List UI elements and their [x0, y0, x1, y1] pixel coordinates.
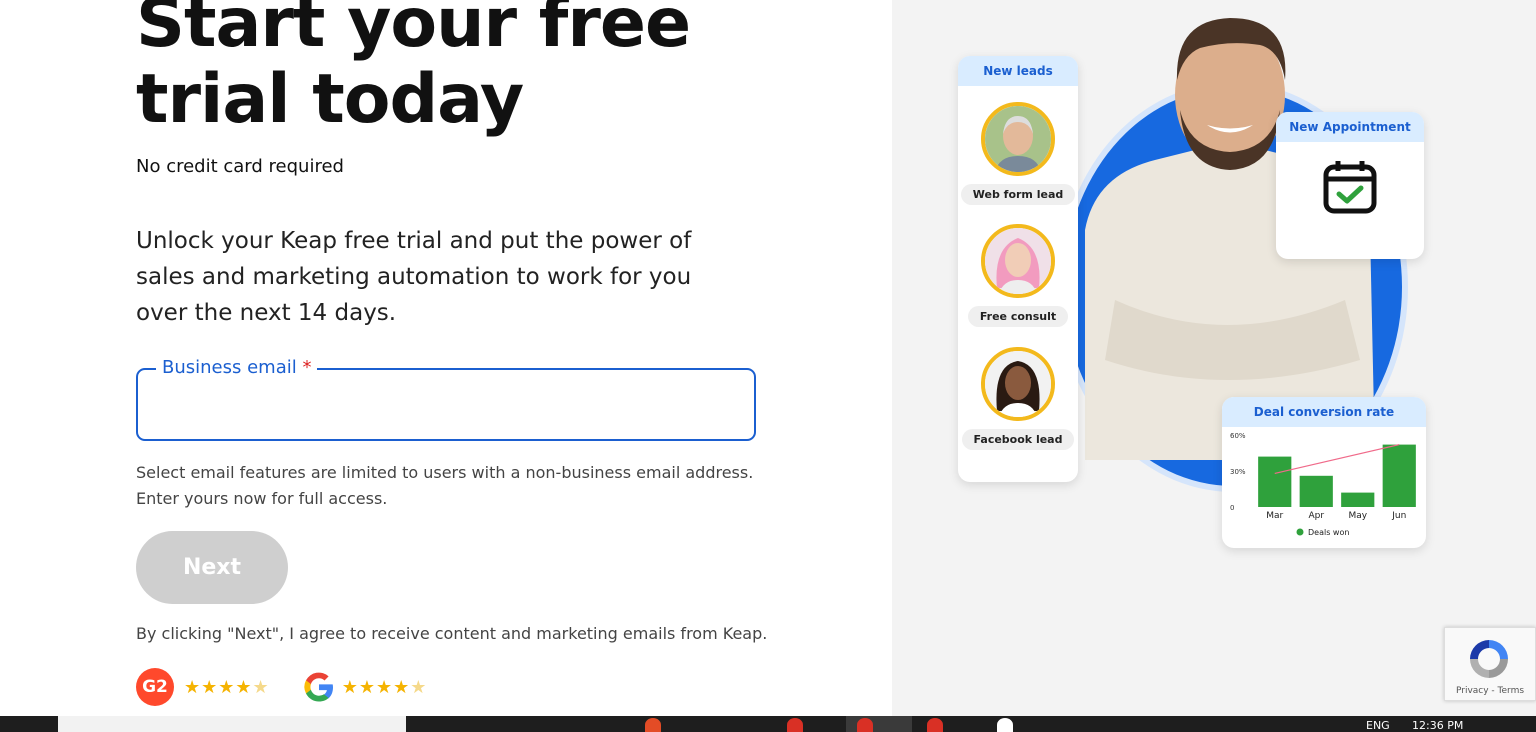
new-leads-card: New leads Web form lead Free consult Fac… — [958, 56, 1078, 482]
signup-panel: Start your free trial today No credit ca… — [0, 0, 892, 716]
y-tick-label: 60% — [1230, 432, 1246, 440]
x-tick-label: May — [1348, 511, 1367, 521]
deal-chart: 0 30% 60% Mar Apr May Jun Deals won — [1230, 432, 1416, 537]
page-title: Start your free trial today — [136, 0, 691, 139]
avatar — [981, 224, 1055, 298]
avatar — [981, 102, 1055, 176]
app-icon[interactable] — [997, 718, 1013, 732]
app-icon[interactable] — [857, 718, 873, 732]
y-tick-label: 0 — [1230, 504, 1234, 512]
required-mark: * — [302, 357, 312, 378]
email-label-text: Business email — [162, 357, 297, 378]
new-leads-title: New leads — [958, 56, 1078, 86]
avatar — [981, 347, 1055, 421]
app-icon[interactable] — [927, 718, 943, 732]
lead-item: Facebook lead — [958, 347, 1078, 450]
next-button[interactable]: Next — [136, 531, 288, 604]
lead-item: Web form lead — [958, 102, 1078, 205]
taskbar: ENG 12:36 PM — [0, 716, 1536, 732]
page: Start your free trial today No credit ca… — [0, 0, 1536, 732]
intro-text: Unlock your Keap free trial and put the … — [136, 228, 692, 326]
g2-logo-text: G2 — [142, 677, 168, 697]
email-help-text: Select email features are limited to use… — [136, 463, 754, 508]
y-tick-label: 30% — [1230, 468, 1246, 476]
legend-label: Deals won — [1308, 528, 1349, 537]
trend-line — [1274, 444, 1400, 474]
clock[interactable]: 12:36 PM — [1412, 719, 1463, 732]
lead-item: Free consult — [958, 224, 1078, 327]
recaptcha-badge[interactable]: Privacy - Terms — [1444, 627, 1536, 701]
bar — [1258, 456, 1292, 507]
x-tick-label: Apr — [1308, 511, 1324, 521]
bar — [1382, 444, 1416, 507]
recaptcha-terms[interactable]: Privacy - Terms — [1445, 686, 1535, 696]
x-tick-label: Jun — [1391, 511, 1406, 521]
g2-logo: G2 — [136, 668, 174, 706]
email-input[interactable] — [152, 386, 737, 424]
recaptcha-icon — [1470, 640, 1508, 678]
google-logo — [304, 672, 333, 702]
email-field[interactable]: Business email * — [136, 358, 756, 441]
taskbar-active-app[interactable] — [846, 716, 912, 732]
deal-conversion-card: Deal conversion rate 0 30% 60% Mar Apr May Jun… — [1222, 397, 1426, 548]
app-icon[interactable] — [787, 718, 803, 732]
lead-label: Facebook lead — [961, 429, 1075, 450]
google-stars: ★★★★★ — [341, 676, 428, 698]
lead-label: Web form lead — [960, 184, 1076, 205]
new-appointment-card: New Appointment — [1276, 112, 1424, 259]
legend-swatch — [1296, 528, 1304, 536]
x-tick-label: Mar — [1266, 511, 1283, 521]
bar — [1341, 492, 1375, 507]
subtitle: No credit card required — [136, 156, 344, 177]
app-icon[interactable] — [645, 718, 661, 732]
lead-label: Free consult — [967, 306, 1069, 327]
language-indicator[interactable]: ENG — [1366, 719, 1390, 732]
consent-text: By clicking "Next", I agree to receive c… — [136, 624, 768, 643]
bar — [1299, 475, 1333, 507]
taskbar-search[interactable] — [58, 716, 406, 732]
new-appointment-title: New Appointment — [1276, 112, 1424, 142]
g2-stars: ★★★★★ — [184, 676, 270, 698]
deal-conversion-title: Deal conversion rate — [1222, 397, 1426, 427]
ratings-row: G2 ★★★★★ ★★★★★ — [136, 668, 427, 706]
email-label: Business email * — [156, 357, 318, 378]
calendar-check-icon — [1323, 161, 1377, 214]
